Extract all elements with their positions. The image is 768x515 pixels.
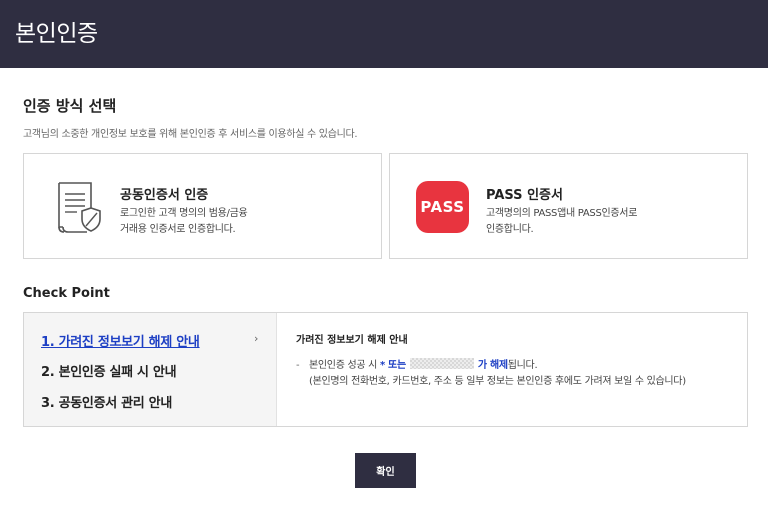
certificate-auth-card[interactable]: 공동인증서 인증 로그인한 고객 명의의 범용/금융 거래용 인증서로 인증합니… [23, 153, 382, 259]
checkpoint-menu-item-hidden-info[interactable]: 1. 가려진 정보보기 해제 안내 [41, 331, 200, 350]
confirm-button[interactable]: 확인 [355, 453, 416, 488]
pass-logo-icon: PASS [416, 181, 469, 233]
pass-auth-description: 고객명의의 PASS앱내 PASS인증서로 인증합니다. [486, 206, 736, 238]
checkpoint-menu-item-auth-failure[interactable]: 2. 본인인증 실패 시 안내 [41, 361, 177, 380]
checkpoint-content-line1: - 본인인증 성공 시 * 또는 가 해제됩니다. [296, 358, 736, 374]
certificate-document-icon [53, 180, 103, 234]
checkpoint-title: Check Point [23, 286, 110, 301]
page-title: 본인인증 [15, 21, 98, 47]
line1-prefix: 본인인증 성공 시 [309, 360, 380, 371]
certificate-auth-title: 공동인증서 인증 [120, 188, 209, 203]
line1-suffix: 됩니다. [507, 360, 538, 371]
checkpoint-menu: 1. 가려진 정보보기 해제 안내 › 2. 본인인증 실패 시 안내 3. 공… [24, 313, 277, 426]
checkpoint-content-heading: 가려진 정보보기 해제 안내 [296, 335, 408, 346]
certificate-desc-line1: 로그인한 고객 명의의 범용/금융 [120, 208, 248, 219]
pass-logo: PASS [416, 181, 469, 233]
pass-auth-card[interactable]: PASS PASS 인증서 고객명의의 PASS앱내 PASS인증서로 인증합니… [389, 153, 748, 259]
checkpoint-content: 가려진 정보보기 해제 안내 - 본인인증 성공 시 * 또는 가 해제됩니다. (… [296, 331, 736, 390]
checkpoint-content-line2: (본인명의 전화번호, 카드번호, 주소 등 일부 정보는 본인인증 후에도 가… [309, 376, 686, 387]
auth-method-description: 고객님의 소중한 개인정보 보호를 위해 본인인증 후 서비스를 이용하실 수 … [23, 129, 358, 140]
certificate-desc-line2: 거래용 인증서로 인증합니다. [120, 224, 236, 235]
pass-auth-title: PASS 인증서 [486, 188, 563, 203]
pass-desc-line2: 인증합니다. [486, 224, 534, 235]
pass-desc-line1: 고객명의의 PASS앱내 PASS인증서로 [486, 208, 638, 219]
chevron-right-icon: › [254, 332, 259, 345]
checkpoint-panel: 1. 가려진 정보보기 해제 안내 › 2. 본인인증 실패 시 안내 3. 공… [23, 312, 748, 427]
checkpoint-menu-item-certificate-management[interactable]: 3. 공동인증서 관리 안내 [41, 392, 172, 411]
line1-highlight-asterisk: * 또는 [379, 360, 406, 371]
auth-method-title: 인증 방식 선택 [23, 97, 117, 115]
line1-highlight-unmask: 가 해제 [477, 360, 508, 371]
page-header: 본인인증 [0, 0, 768, 68]
certificate-auth-description: 로그인한 고객 명의의 범용/금융 거래용 인증서로 인증합니다. [120, 206, 370, 238]
bullet-dash: - [296, 360, 300, 371]
masked-info-sample [409, 358, 474, 369]
